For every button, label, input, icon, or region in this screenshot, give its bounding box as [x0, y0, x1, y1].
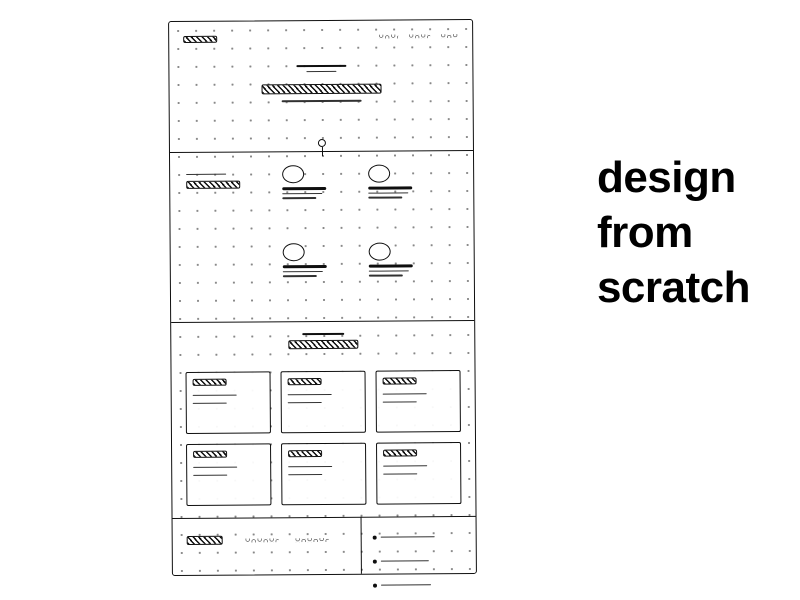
footer-nav — [245, 538, 279, 542]
card-title — [193, 379, 227, 386]
card-line — [193, 467, 237, 469]
feature-line — [283, 275, 317, 277]
feature-title — [369, 264, 413, 267]
side-label-1 — [186, 174, 226, 176]
bullet-line — [381, 560, 429, 562]
card-title — [383, 449, 417, 456]
footer-nav — [295, 538, 329, 542]
bullet-line — [381, 536, 435, 538]
footer-bullet-row — [373, 576, 466, 595]
feature-line — [369, 270, 409, 272]
feature-item — [368, 164, 438, 198]
card — [281, 371, 366, 434]
caption-line-1: design — [597, 150, 750, 205]
caption-line-2: from — [597, 205, 750, 260]
feature-item — [283, 243, 353, 277]
card-line — [288, 402, 322, 404]
logo-placeholder — [183, 36, 217, 43]
card-line — [383, 401, 417, 403]
side-label-2 — [186, 181, 240, 189]
bullet-icon — [373, 535, 377, 539]
hero-eyebrow-sub — [306, 71, 336, 73]
card — [186, 443, 271, 506]
card-line — [383, 393, 427, 395]
card-title — [288, 450, 322, 457]
footer-bullet-row — [373, 552, 466, 571]
slide-caption: design from scratch — [597, 150, 750, 315]
card-title — [193, 451, 227, 458]
footer-section — [173, 516, 476, 575]
feature-line — [368, 192, 408, 194]
card-line — [193, 475, 227, 477]
feature-title — [368, 186, 412, 189]
feature-item — [282, 165, 352, 199]
feature-icon — [368, 165, 390, 183]
cards-section — [171, 320, 475, 518]
footer-divider — [360, 517, 361, 574]
card-title — [288, 378, 322, 385]
footer-logo — [187, 536, 223, 545]
card-line — [193, 395, 237, 397]
feature-title — [282, 187, 326, 190]
card-line — [288, 394, 332, 396]
card-line — [383, 465, 427, 467]
nav-cluster — [378, 34, 458, 39]
card-title — [383, 377, 417, 384]
hero-eyebrow — [296, 65, 346, 67]
card-line — [193, 403, 227, 405]
card — [376, 442, 461, 505]
feature-line — [283, 271, 323, 273]
feature-icon — [283, 243, 305, 261]
cards-header — [288, 333, 358, 349]
cards-title — [288, 340, 358, 349]
footer-bullet-row — [373, 528, 466, 547]
cards-eyebrow — [302, 333, 344, 335]
feature-line — [369, 275, 403, 277]
card — [186, 371, 271, 434]
feature-line — [368, 197, 402, 199]
hero-text-stack — [251, 65, 391, 103]
wireframe-frame — [168, 19, 477, 576]
hero-section — [169, 20, 473, 152]
hero-headline — [261, 84, 381, 95]
feature-line — [282, 193, 322, 195]
features-section — [170, 150, 474, 322]
feature-line — [282, 197, 316, 199]
feature-icon — [282, 165, 304, 183]
nav-item — [378, 34, 398, 38]
nav-item — [408, 34, 430, 38]
bullet-icon — [373, 559, 377, 563]
pin-icon — [317, 139, 325, 147]
caption-line-3: scratch — [597, 260, 750, 315]
cards-grid — [186, 370, 462, 506]
wireframe-sketch — [170, 20, 475, 575]
feature-title — [283, 265, 327, 268]
features-side-label — [186, 174, 240, 190]
feature-icon — [369, 243, 391, 261]
card-line — [288, 474, 322, 476]
nav-item — [440, 34, 458, 38]
card — [281, 443, 366, 506]
footer-bullets — [373, 528, 466, 595]
hero-subline — [281, 100, 361, 102]
card-line — [383, 473, 417, 475]
card-line — [288, 466, 332, 468]
feature-item — [369, 242, 439, 276]
card — [376, 370, 461, 433]
bullet-line — [381, 584, 431, 586]
bullet-icon — [373, 583, 377, 587]
